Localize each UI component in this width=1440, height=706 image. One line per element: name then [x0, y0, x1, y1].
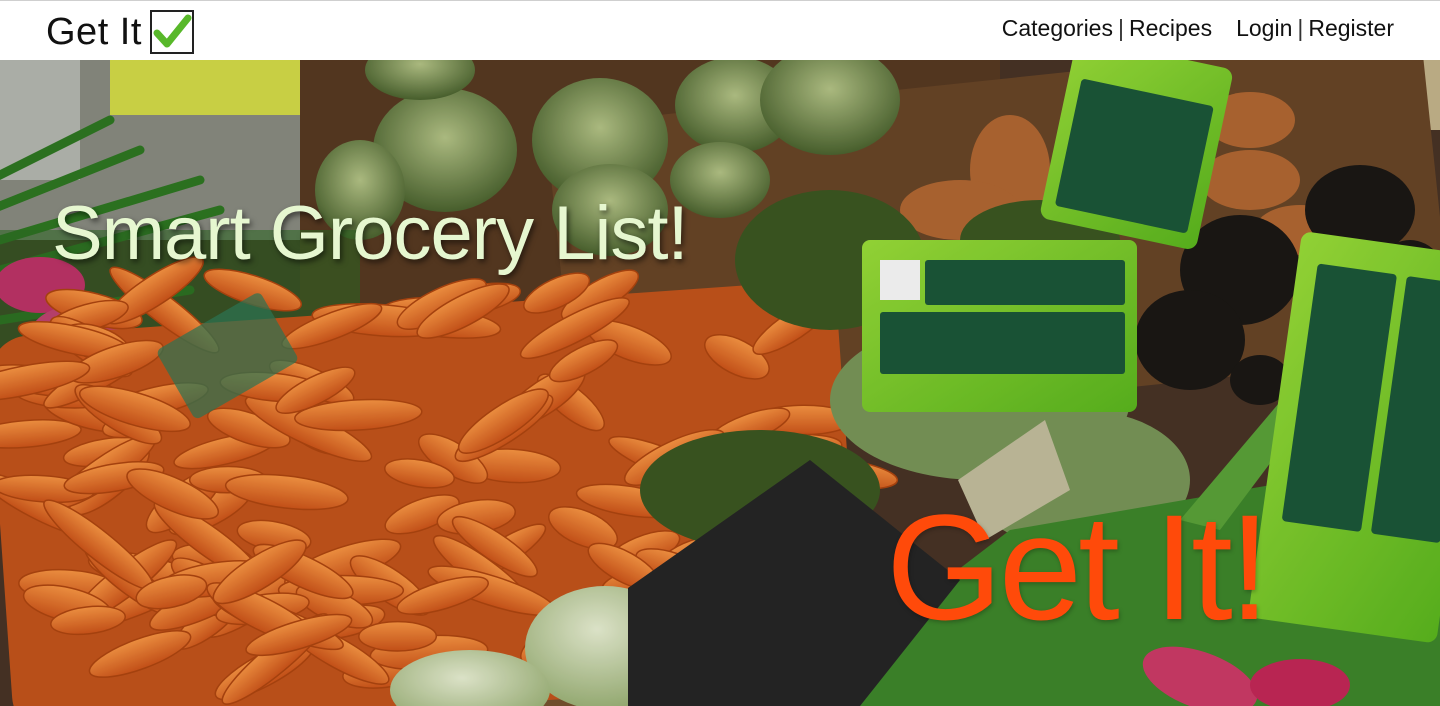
- brand-name: Get It: [46, 11, 142, 53]
- nav-separator: |: [1117, 15, 1124, 41]
- top-navbar: Get It Categories | Recipes Login | Regi…: [0, 0, 1440, 60]
- nav-login-link[interactable]: Login: [1236, 15, 1292, 42]
- nav-links: Categories | Recipes Login | Register: [1002, 15, 1394, 42]
- nav-separator: |: [1297, 15, 1304, 41]
- nav-categories-link[interactable]: Categories: [1002, 15, 1113, 42]
- nav-register-link[interactable]: Register: [1308, 15, 1394, 42]
- nav-recipes-link[interactable]: Recipes: [1129, 15, 1212, 42]
- checkmark-icon: [149, 10, 194, 54]
- get-it-cta[interactable]: Get It!: [886, 492, 1270, 642]
- hero-banner: Smart Grocery List! Get It!: [0, 60, 1440, 706]
- hero-title: Smart Grocery List!: [52, 191, 689, 276]
- brand-logo-link[interactable]: Get It: [46, 8, 194, 56]
